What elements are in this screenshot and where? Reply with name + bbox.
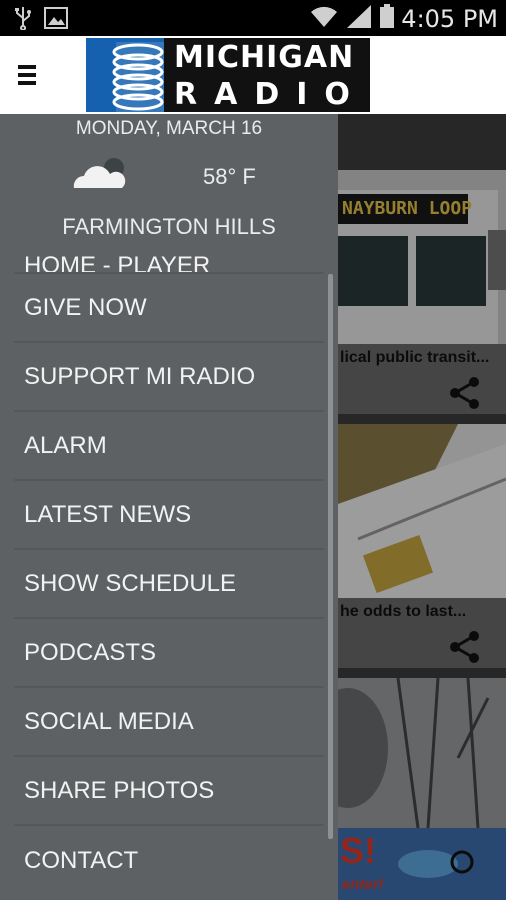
cloud-icon (73, 158, 126, 188)
menu-item-label: SHARE PHOTOS (24, 776, 215, 804)
menu-item-latest-news[interactable]: LATEST NEWS (14, 481, 324, 550)
temperature-label: 58° F (203, 164, 256, 189)
menu-item-alarm[interactable]: ALARM (14, 412, 324, 481)
menu-item-label: SOCIAL MEDIA (24, 707, 194, 735)
hamburger-menu-icon[interactable] (18, 65, 36, 85)
michigan-radio-logo: MICHIGAN RADIO (86, 38, 370, 112)
drawer-menu: HOME - PLAYER GIVE NOW SUPPORT MI RADIO … (14, 242, 324, 895)
menu-item-share-photos[interactable]: SHARE PHOTOS (14, 757, 324, 826)
logo-line-1: MICHIGAN (174, 40, 355, 75)
drawer-scrollbar[interactable] (328, 274, 333, 839)
logo-line-2: RADIO (174, 77, 367, 112)
menu-item-home-player[interactable]: HOME - PLAYER (14, 242, 324, 274)
menu-item-label: HOME - PLAYER (24, 252, 211, 274)
location-label: FARMINGTON HILLS (62, 214, 276, 239)
wifi-icon (309, 3, 339, 34)
date-label: MONDAY, MARCH 16 (75, 118, 263, 139)
signal-icon (345, 3, 373, 34)
menu-item-label: SHOW SCHEDULE (24, 569, 237, 597)
menu-item-give-now[interactable]: GIVE NOW (14, 274, 324, 343)
menu-item-label: SUPPORT MI RADIO (24, 362, 256, 390)
menu-item-contact[interactable]: CONTACT (14, 826, 324, 895)
menu-item-show-schedule[interactable]: SHOW SCHEDULE (14, 550, 324, 619)
app-header: MICHIGAN RADIO (0, 36, 506, 114)
logo-mark-icon (86, 38, 164, 112)
drawer-weather-header: MONDAY, MARCH 16 58° F FARMINGTON HILLS (0, 114, 338, 244)
menu-item-support-mi-radio[interactable]: SUPPORT MI RADIO (14, 343, 324, 412)
menu-item-label: ALARM (24, 431, 107, 459)
menu-item-podcasts[interactable]: PODCASTS (14, 619, 324, 688)
navigation-drawer: MONDAY, MARCH 16 58° F FARMINGTON HILLS … (0, 114, 338, 900)
menu-item-social-media[interactable]: SOCIAL MEDIA (14, 688, 324, 757)
image-icon (44, 7, 68, 34)
menu-item-label: LATEST NEWS (24, 500, 192, 528)
menu-item-label: PODCASTS (24, 638, 157, 666)
clock: 4:05 PM (401, 4, 498, 33)
battery-icon (379, 3, 395, 34)
menu-item-label: CONTACT (24, 846, 139, 874)
status-bar: 4:05 PM (0, 0, 506, 36)
content-dim-overlay[interactable] (338, 114, 506, 900)
menu-item-label: GIVE NOW (24, 293, 147, 321)
logo-text: MICHIGAN RADIO (164, 38, 370, 112)
news-feed: NAYBURN LOOP lical public transit... he … (338, 114, 506, 900)
usb-icon (14, 6, 32, 35)
